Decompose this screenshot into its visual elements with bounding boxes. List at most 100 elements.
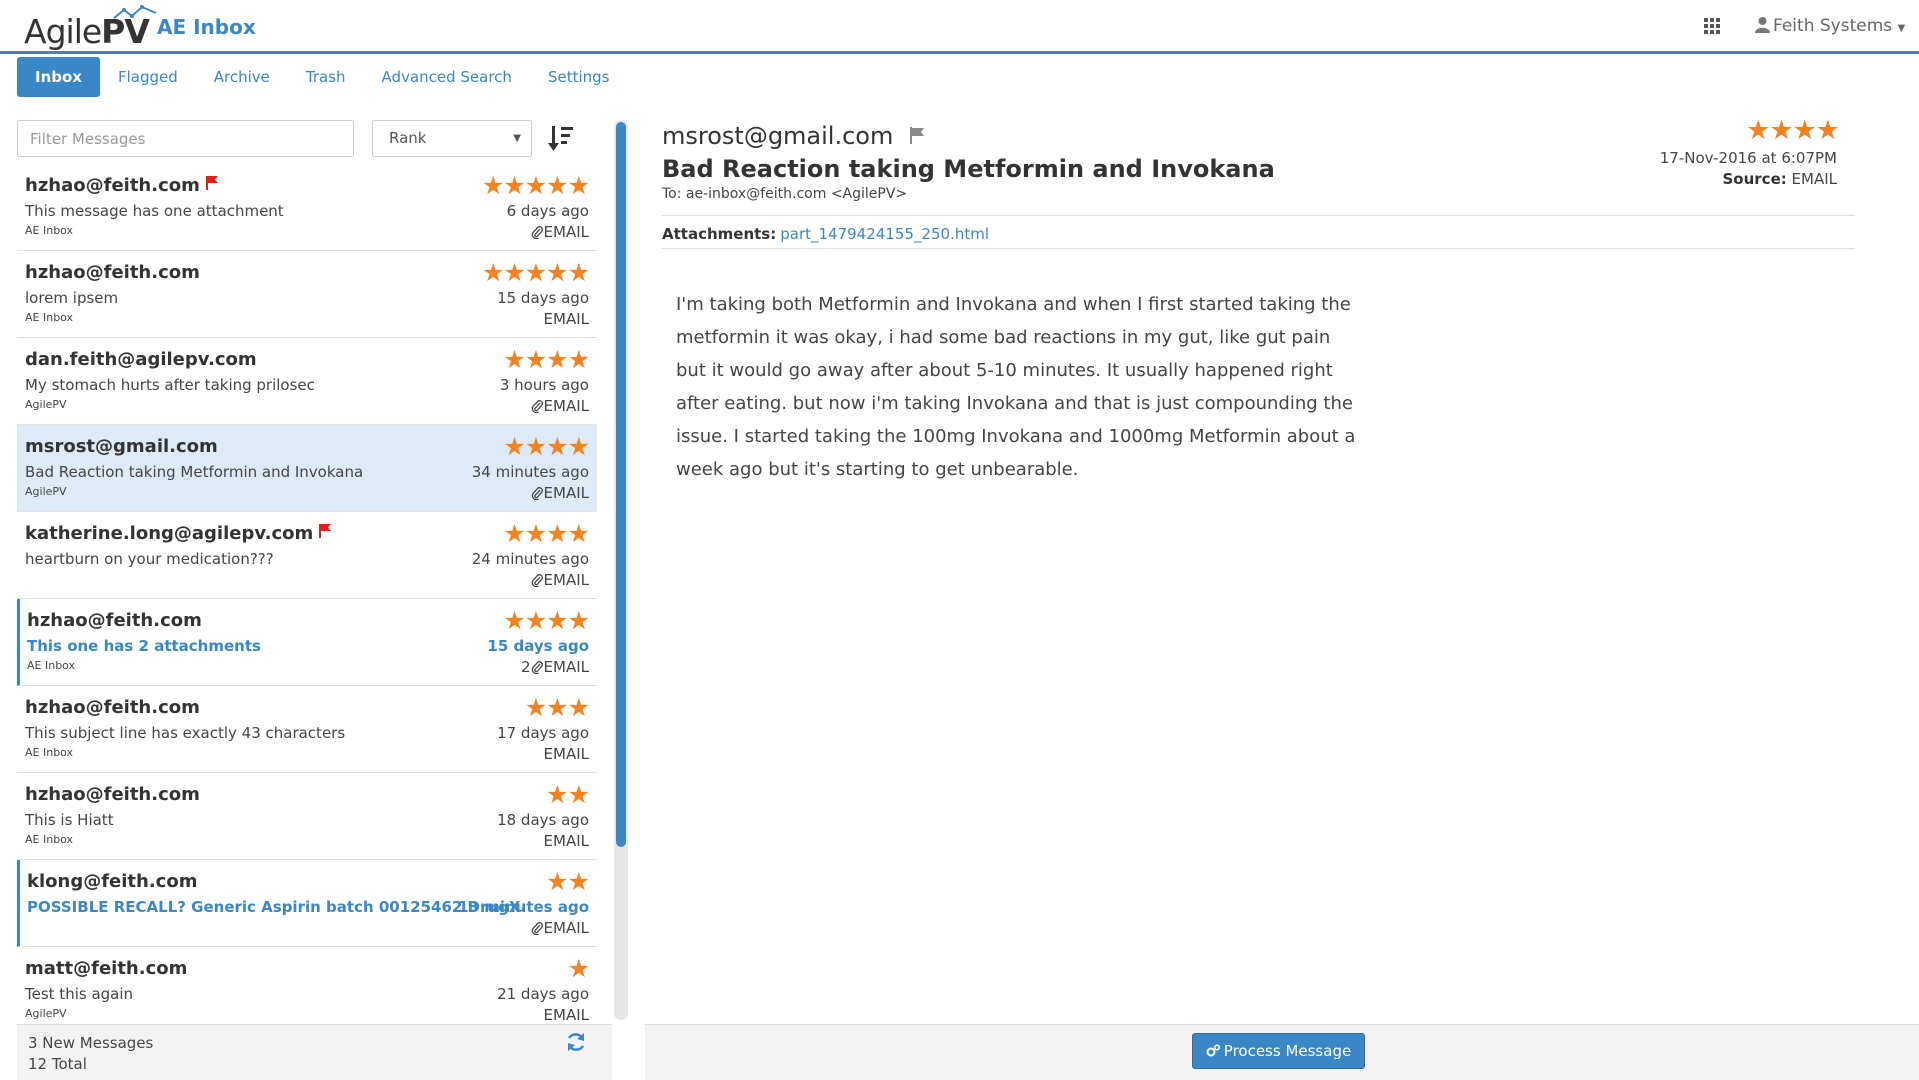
caret-down-icon: ▼ [513, 133, 521, 144]
message-time: 15 days ago [497, 289, 589, 307]
detail-sender: msrost@gmail.com [662, 122, 925, 150]
detail-attachments: Attachments: part_1479424155_250.html [662, 225, 989, 243]
divider [662, 215, 1855, 216]
message-sender: hzhao@feith.com [27, 610, 202, 631]
detail-footer: Process Message [645, 1024, 1919, 1080]
message-rank-stars: ★★★★ [503, 345, 590, 374]
tab-trash[interactable]: Trash [288, 57, 364, 97]
flag-icon[interactable] [318, 523, 332, 538]
message-time: 6 days ago [506, 202, 589, 220]
message-time: 15 days ago [487, 637, 589, 655]
app-title[interactable]: AE Inbox [157, 15, 256, 39]
sort-select[interactable]: Rank ▼ [372, 120, 532, 157]
message-time: 17 days ago [497, 724, 589, 742]
message-rank-stars: ★★★★★ [481, 171, 590, 200]
message-rank-stars: ★★★ [524, 693, 590, 722]
message-time: 21 days ago [497, 985, 589, 1003]
message-subject: POSSIBLE RECALL? Generic Aspirin batch 0… [27, 898, 521, 916]
message-folder: AgilePV [25, 1007, 67, 1020]
message-rank-stars: ★★ [546, 780, 590, 809]
message-row[interactable]: klong@feith.com POSSIBLE RECALL? Generic … [17, 860, 597, 947]
message-subject: lorem ipsem [25, 289, 119, 307]
flag-outline-icon[interactable] [909, 126, 925, 144]
message-subject: heartburn on your medication??? [25, 550, 274, 568]
message-source: EMAIL [543, 745, 589, 763]
attachment-link[interactable]: part_1479424155_250.html [780, 225, 989, 243]
message-body: I'm taking both Metformin and Invokana a… [676, 294, 1356, 480]
message-time: 18 days ago [497, 811, 589, 829]
message-time: 24 minutes ago [471, 550, 589, 568]
message-subject: This one has 2 attachments [27, 637, 261, 655]
message-folder: AgilePV [25, 398, 67, 411]
message-sender: hzhao@feith.com [25, 175, 219, 196]
message-source: EMAIL [543, 310, 589, 328]
user-name: Feith Systems [1773, 16, 1893, 36]
sort-select-value: Rank [389, 129, 427, 147]
message-subject: This is Hiatt [25, 811, 114, 829]
tab-settings[interactable]: Settings [530, 57, 628, 97]
message-list-footer: 3 New Messages 12 Total [17, 1024, 612, 1080]
logo-chart-icon [113, 5, 157, 19]
tab-advanced-search[interactable]: Advanced Search [364, 57, 530, 97]
paperclip-icon [531, 922, 543, 936]
message-source: EMAIL [531, 571, 589, 589]
message-source: EMAIL [543, 1006, 589, 1024]
message-row[interactable]: dan.feith@agilepv.com My stomach hurts af… [17, 338, 597, 425]
caret-down-icon: ▼ [1897, 23, 1906, 34]
apps-grid-icon[interactable] [1703, 17, 1721, 35]
message-sender: klong@feith.com [27, 871, 198, 892]
message-sender: hzhao@feith.com [25, 697, 200, 718]
detail-rank-stars: ★★★★ [1746, 115, 1840, 146]
message-rank-stars: ★★★★ [503, 519, 590, 548]
message-subject: Bad Reaction taking Metformin and Invoka… [25, 463, 364, 481]
message-source: EMAIL [543, 832, 589, 850]
message-subject: This message has one attachment [25, 202, 284, 220]
tab-flagged[interactable]: Flagged [100, 57, 196, 97]
message-folder: AE Inbox [25, 746, 74, 759]
process-message-button[interactable]: Process Message [1192, 1033, 1365, 1069]
tab-archive[interactable]: Archive [196, 57, 288, 97]
sort-direction-icon[interactable] [548, 124, 574, 152]
message-folder: AE Inbox [25, 833, 74, 846]
message-time: 13 minutes ago [458, 898, 589, 916]
paperclip-icon [531, 226, 543, 240]
user-menu[interactable]: Feith Systems ▼ [1755, 16, 1905, 36]
filter-messages-input[interactable] [17, 120, 354, 157]
attachment-count: 2 [520, 658, 531, 676]
total-messages-count: 12 Total [28, 1055, 87, 1073]
paperclip-icon [531, 400, 543, 414]
detail-source: Source: EMAIL [1722, 170, 1838, 188]
message-sender: katherine.long@agilepv.com [25, 523, 332, 544]
message-row[interactable]: matt@feith.com Test this again AgilePV ★ 21 … [17, 947, 597, 1024]
message-row[interactable]: hzhao@feith.com This subject line has exa… [17, 686, 597, 773]
message-time: 3 hours ago [499, 376, 589, 394]
paperclip-icon [531, 487, 543, 501]
message-subject: Test this again [25, 985, 134, 1003]
message-source: EMAIL [531, 484, 589, 502]
message-row[interactable]: hzhao@feith.com This is Hiatt AE Inbox ★★ 18… [17, 773, 597, 860]
divider [662, 248, 1855, 249]
message-row[interactable]: hzhao@feith.com This one has 2 attachment… [17, 599, 597, 686]
message-folder: AgilePV [25, 485, 67, 498]
detail-subject: Bad Reaction taking Metformin and Invoka… [662, 155, 1275, 183]
message-list-scrollbar-thumb[interactable] [616, 122, 626, 847]
message-source: 2 EMAIL [520, 658, 589, 676]
message-row[interactable]: msrost@gmail.com Bad Reaction taking Metf… [17, 425, 597, 512]
top-navbar: AgilePV AE Inbox Feith Systems ▼ [0, 0, 1919, 54]
tab-inbox[interactable]: Inbox [17, 57, 100, 97]
message-source: EMAIL [531, 397, 589, 415]
message-sender: dan.feith@agilepv.com [25, 349, 257, 370]
agilepv-logo[interactable]: AgilePV [24, 5, 157, 51]
refresh-icon[interactable] [565, 1031, 587, 1053]
message-row[interactable]: hzhao@feith.com This message has one atta… [17, 164, 597, 251]
message-folder: AE Inbox [27, 659, 76, 672]
message-sender: hzhao@feith.com [25, 262, 200, 283]
detail-date: 17-Nov-2016 at 6:07PM [1659, 149, 1837, 167]
message-sender: matt@feith.com [25, 958, 188, 979]
main-tabs: Inbox Flagged Archive Trash Advanced Sea… [17, 57, 627, 97]
message-row[interactable]: hzhao@feith.com lorem ipsem AE Inbox ★★★★★ 1… [17, 251, 597, 338]
message-row[interactable]: katherine.long@agilepv.com heartburn on y… [17, 512, 597, 599]
message-folder: AE Inbox [25, 311, 74, 324]
user-icon [1755, 17, 1770, 33]
flag-icon[interactable] [205, 175, 219, 190]
